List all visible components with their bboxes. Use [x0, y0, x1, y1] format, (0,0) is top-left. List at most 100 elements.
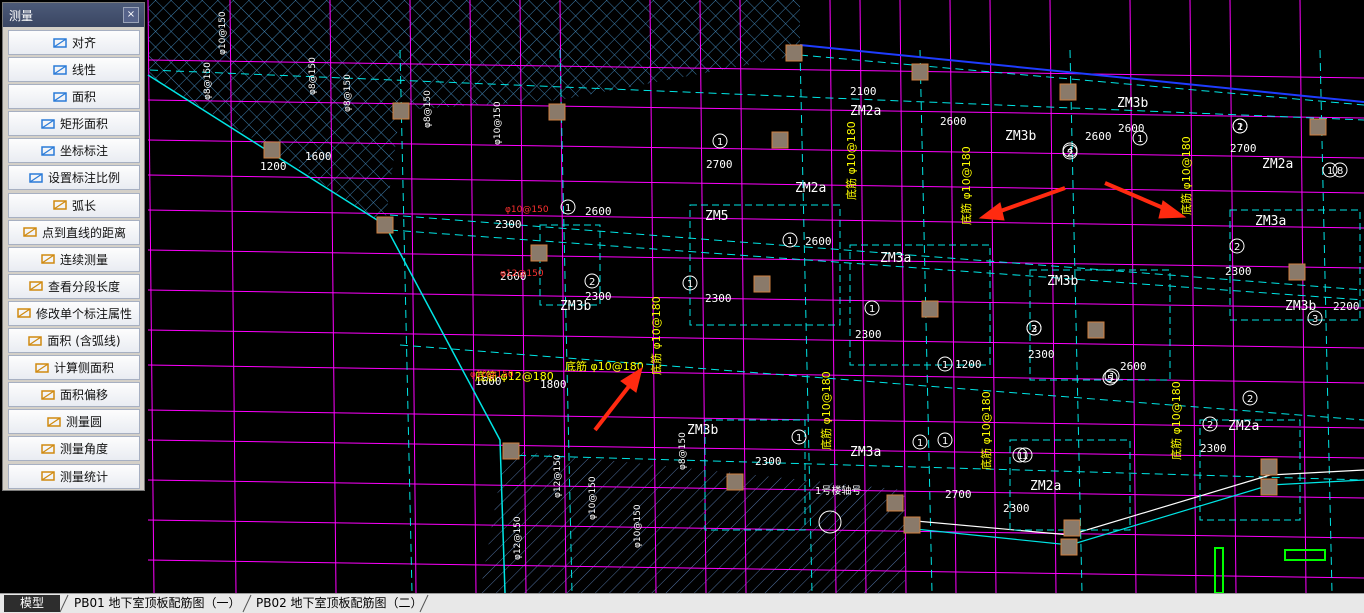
- rebar-label: 底筋 φ10@180: [844, 121, 858, 200]
- note-text: φ10@150: [218, 11, 228, 55]
- tab-model[interactable]: 模型: [4, 595, 60, 612]
- grid-line: [147, 289, 1364, 309]
- slab-edge: [799, 44, 1364, 103]
- axis-label: 1号楼轴号: [815, 484, 861, 497]
- grid-bubble-label: 1: [1022, 451, 1028, 462]
- rectangle-area-icon: [41, 119, 55, 129]
- point-to-line-icon: [23, 227, 37, 237]
- cad-drawing-canvas[interactable]: ZM2a ZM3b ZM2a ZM2a ZM5 ZM3a ZM3a ZM3b ZM3b ZM3b Z…: [0, 0, 1364, 593]
- rebar-label: 底筋 φ10@180: [1179, 136, 1193, 215]
- column: [726, 473, 744, 491]
- measure-circle-icon: [47, 417, 61, 427]
- note-text: φ12@150: [513, 516, 523, 560]
- dimension-text: 2300: [705, 292, 732, 305]
- measure-tool-measure-circle[interactable]: 测量圆: [8, 409, 140, 435]
- measure-tool-scale[interactable]: 设置标注比例: [8, 165, 140, 191]
- measure-tool-edit-dimension[interactable]: 修改单个标注属性: [8, 300, 140, 326]
- grid-bubble-label: 2: [1247, 394, 1253, 405]
- measure-tool-linear-dimension[interactable]: 线性: [8, 57, 140, 83]
- grid-bubble-label: 2: [1207, 420, 1213, 431]
- measure-tool-continuous-measure[interactable]: 连续测量: [8, 246, 140, 272]
- dimension-text: 2300: [1200, 442, 1227, 455]
- zm-label: ZM3a: [1255, 214, 1286, 229]
- measure-tool-measure-angle[interactable]: 测量角度: [8, 436, 140, 462]
- grid-bubble-label: 3: [1031, 324, 1037, 335]
- measure-tool-label: 面积 (含弧线): [47, 334, 121, 349]
- column: [1288, 263, 1306, 281]
- grid-bubble-label: 1: [787, 236, 793, 247]
- grid-line: [147, 329, 1364, 349]
- panel-close-button[interactable]: ×: [123, 7, 139, 23]
- measure-tool-coordinate[interactable]: 坐标标注: [8, 138, 140, 164]
- edit-dimension-icon: [17, 308, 31, 319]
- column: [1309, 118, 1327, 136]
- column: [1260, 458, 1278, 476]
- grid-bubble-label: 1: [687, 279, 693, 290]
- measure-tool-point-to-line[interactable]: 点到直线的距离: [8, 219, 140, 245]
- panel-title-bar[interactable]: 测量 ×: [3, 3, 144, 27]
- continuous-measure-icon: [41, 254, 55, 264]
- measure-tool-label: 弧长: [71, 198, 96, 213]
- note-text: φ8@150: [343, 74, 353, 112]
- side-area-icon: [35, 362, 49, 373]
- grid-bubble-label: 2: [1237, 122, 1243, 133]
- rebar-label: 底筋 φ10@180: [1169, 381, 1183, 460]
- tab-separators: [60, 594, 429, 613]
- measure-tool-side-area[interactable]: 计算侧面积: [8, 355, 140, 381]
- beam-line: [799, 54, 1364, 106]
- column: [1060, 538, 1078, 556]
- measure-tool-area-offset[interactable]: 面积偏移: [8, 382, 140, 408]
- note-text: φ10@150: [493, 101, 503, 145]
- measure-tool-segment-length[interactable]: 查看分段长度: [8, 273, 140, 299]
- measure-tool-label: 面积偏移: [59, 388, 108, 403]
- arc-length-icon: [53, 200, 67, 210]
- note-text: φ10@150: [633, 504, 643, 548]
- measure-tool-label: 修改单个标注属性: [35, 306, 132, 321]
- dimension-text: 2600: [1120, 360, 1147, 373]
- dimension-text: 2600: [585, 205, 612, 218]
- linear-dimension-icon: [53, 64, 67, 75]
- dimension-text: 2700: [706, 158, 733, 171]
- zm-label: ZM3b: [1047, 274, 1078, 289]
- beam-line: [919, 49, 933, 593]
- grid-line: [1189, 0, 1197, 593]
- measure-tool-label: 点到直线的距离: [41, 225, 126, 240]
- dimension-text: 2600: [1085, 130, 1112, 143]
- zm-label: ZM3b: [1005, 129, 1036, 144]
- column: [263, 141, 281, 159]
- rebar-label: 底筋 φ10@180: [979, 391, 993, 470]
- column: [1260, 478, 1278, 496]
- column: [785, 44, 803, 62]
- zm-label: ZM2a: [1228, 419, 1259, 434]
- measure-tool-arc-length[interactable]: 弧长: [8, 192, 140, 218]
- measure-tool-aligned-dimension[interactable]: 对齐: [8, 30, 140, 55]
- dimension-text: 1200: [955, 358, 982, 371]
- beam-line: [1069, 49, 1083, 593]
- red-note: φ10@150: [505, 205, 549, 215]
- measure-tool-area[interactable]: 面积: [8, 84, 140, 110]
- area-offset-icon: [41, 389, 55, 400]
- scale-icon: [29, 173, 43, 183]
- measure-tool-measure-statistics[interactable]: 测量统计: [8, 463, 140, 489]
- measure-tool-label: 矩形面积: [59, 117, 108, 132]
- measure-angle-icon: [41, 444, 55, 454]
- grid-bubble-label: 1: [717, 137, 723, 148]
- segment-length-icon: [29, 281, 43, 292]
- green-wall: [1284, 549, 1326, 561]
- grid-line: [989, 0, 997, 593]
- measure-tool-arc-area[interactable]: 面积 (含弧线): [8, 328, 140, 354]
- arc-area-icon: [28, 335, 43, 346]
- measure-tool-label: 坐标标注: [59, 144, 108, 159]
- area-icon: [53, 91, 67, 102]
- column: [1087, 321, 1105, 339]
- panel-title: 测量: [9, 8, 34, 23]
- note-text: φ8@150: [423, 90, 433, 128]
- grid-line: [147, 364, 1364, 384]
- dimension-text: 2300: [1028, 348, 1055, 361]
- grid-bubble-label: 1: [942, 360, 948, 371]
- rebar-label: 底筋 φ10@180: [819, 371, 833, 450]
- aligned-dimension-icon: [53, 37, 67, 48]
- zm-label: ZM2a: [795, 181, 826, 196]
- measure-tool-rectangle-area[interactable]: 矩形面积: [8, 111, 140, 137]
- column: [903, 516, 921, 534]
